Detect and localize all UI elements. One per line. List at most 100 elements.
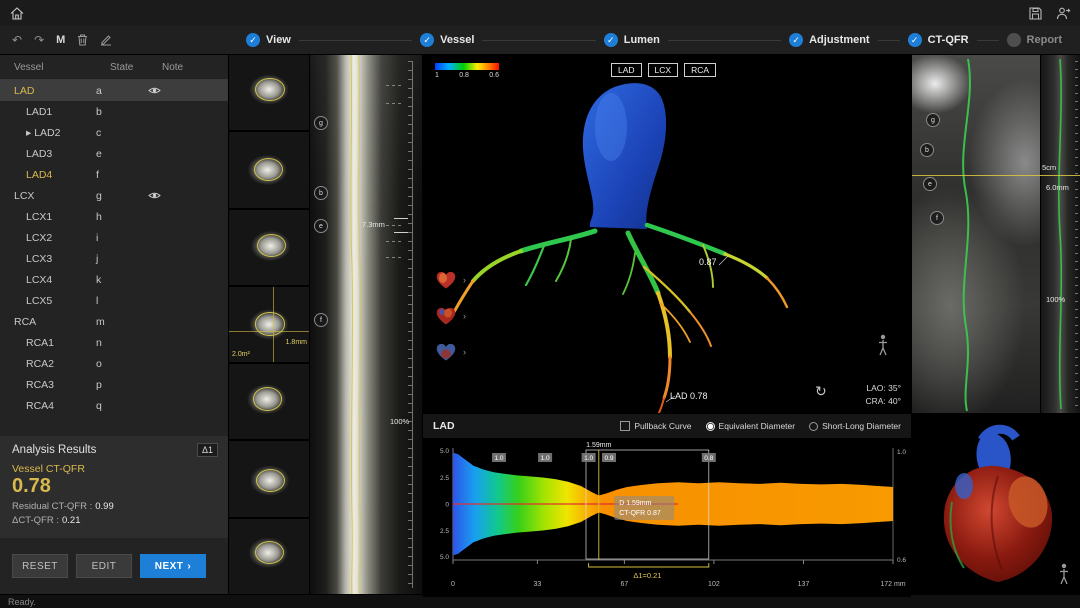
vessel-state: c [96, 127, 148, 139]
vessel-table-header: Vessel State Note [0, 55, 228, 80]
lumen-contour [256, 469, 285, 492]
marker-b[interactable]: b [920, 143, 934, 157]
lad-toggle-button[interactable]: LAD [611, 63, 642, 77]
svg-text:137: 137 [798, 581, 810, 588]
vessel-ctqfr-value: 0.78 [12, 475, 216, 498]
tab-lumen[interactable]: ✓Lumen [604, 33, 660, 47]
cross-section-thumbnail[interactable] [229, 210, 309, 285]
marker-g[interactable]: g [314, 116, 328, 130]
vessel-row[interactable]: LCX4k [0, 269, 228, 290]
vessel-name: LAD4 [0, 169, 96, 181]
vessel-row[interactable]: RCA3p [0, 374, 228, 395]
crosshair-horizontal [229, 331, 309, 332]
ct-qfr-application-window: ↶ ↷ M ✓View✓Vessel✓Lumen✓Adjustment✓CT-Q… [0, 0, 1080, 608]
vessel-row[interactable]: LADa [0, 80, 228, 101]
vessel-row[interactable]: ▸ LAD2c [0, 122, 228, 143]
zoom-level: 100% [390, 417, 409, 426]
vessel-row[interactable]: LAD3e [0, 143, 228, 164]
diameter-label: 1.8mm [286, 339, 307, 346]
eye-icon[interactable] [148, 191, 161, 200]
marker-e[interactable]: e [923, 177, 937, 191]
cross-section-thumbnail[interactable] [229, 519, 309, 594]
rotate-view-icon[interactable]: ↻ [815, 383, 827, 400]
tab-report[interactable]: Report [1007, 33, 1062, 47]
redo-icon[interactable]: ↷ [34, 34, 44, 46]
tab-label: CT-QFR [928, 34, 969, 46]
lao-angle: LAO: 35° [866, 383, 901, 393]
diameter-profile-chart[interactable]: 1.59mm1.01.01.00.90.8D 1.59mmCT-QFR 0.87… [423, 438, 911, 597]
svg-text:0: 0 [451, 581, 455, 588]
heart-icon [433, 269, 459, 291]
tab-vessel[interactable]: ✓Vessel [420, 33, 474, 47]
pullback-chart-panel: LAD Pullback Curve Equivalent Diameter S… [423, 414, 911, 597]
curved-mpr-viewport[interactable]: g b e f 5cm 6.0mm 100% [912, 55, 1080, 413]
vessel-row[interactable]: RCA1n [0, 332, 228, 353]
lumen-contour [253, 387, 282, 410]
heart-icon [433, 305, 459, 327]
chart-header: LAD Pullback Curve Equivalent Diameter S… [423, 414, 911, 438]
vessel-row[interactable]: LCX1h [0, 206, 228, 227]
short-long-diameter-radio[interactable]: Short-Long Diameter [809, 421, 901, 431]
marker-f[interactable]: f [930, 211, 944, 225]
vessel-row[interactable]: LCX2i [0, 227, 228, 248]
marker-e[interactable]: e [314, 219, 328, 233]
pullback-curve-checkbox[interactable]: Pullback Curve [620, 421, 691, 431]
header-vessel: Vessel [0, 62, 110, 73]
marker-b[interactable]: b [314, 186, 328, 200]
svg-text:1.0: 1.0 [494, 455, 503, 462]
vessel-row[interactable]: LAD1b [0, 101, 228, 122]
cpr-centerline-overlay [912, 55, 1040, 413]
lcx-toggle-button[interactable]: LCX [648, 63, 679, 77]
mld-annotation: 1.59mm [586, 442, 611, 449]
eye-icon[interactable] [148, 86, 161, 95]
measure-tool-button[interactable]: M [56, 34, 65, 46]
vessel-state: q [96, 400, 148, 412]
vessel-row[interactable]: LAD4f [0, 164, 228, 185]
cross-section-column: 2.0m² 1.8mm [229, 55, 309, 594]
vessel-row[interactable]: RCA2o [0, 353, 228, 374]
area-label: 2.0m² [232, 351, 250, 358]
edit-button[interactable]: EDIT [76, 554, 132, 578]
delta-badge[interactable]: Δ1 [197, 443, 218, 457]
heart-orientation-thumbnail-1[interactable]: › [433, 269, 466, 291]
vessel-row[interactable]: LCX3j [0, 248, 228, 269]
vessel-row[interactable]: LCXg [0, 185, 228, 206]
analysis-title: Analysis Results [12, 444, 216, 456]
heart-orientation-thumbnail-2[interactable]: › [433, 305, 466, 327]
undo-icon[interactable]: ↶ [12, 34, 22, 46]
colorbar-label-1: 1 [435, 72, 439, 79]
volume-rendering-viewport[interactable]: 1 0.8 0.6 LAD LCX RCA [423, 55, 911, 413]
equivalent-diameter-radio[interactable]: Equivalent Diameter [706, 421, 796, 431]
home-icon[interactable] [10, 7, 24, 20]
next-button[interactable]: NEXT› [140, 554, 206, 578]
reset-button[interactable]: RESET [12, 554, 68, 578]
crosshair-line[interactable] [912, 175, 1080, 176]
chevron-right-icon: › [463, 275, 466, 285]
cross-section-thumbnail[interactable]: 2.0m² 1.8mm [229, 287, 309, 362]
vessel-row[interactable]: LCX5l [0, 290, 228, 311]
cross-section-thumbnail[interactable] [229, 132, 309, 207]
tab-view[interactable]: ✓View [246, 33, 291, 47]
marker-g[interactable]: g [926, 113, 940, 127]
cross-section-thumbnail[interactable] [229, 364, 309, 439]
crosshair-vertical [273, 287, 274, 362]
rca-toggle-button[interactable]: RCA [684, 63, 716, 77]
heart-rendering-viewport[interactable] [912, 414, 1080, 594]
heart-orientation-thumbnail-3[interactable]: › [433, 341, 466, 363]
user-export-icon[interactable] [1056, 7, 1070, 20]
vessel-row[interactable]: RCAm [0, 311, 228, 332]
delete-icon[interactable] [77, 34, 88, 46]
tab-adjustment[interactable]: ✓Adjustment [789, 33, 870, 47]
check-icon: ✓ [604, 33, 618, 47]
vessel-name: RCA4 [0, 400, 96, 412]
vessel-row[interactable]: RCA4q [0, 395, 228, 416]
marker-f[interactable]: f [314, 313, 328, 327]
save-icon[interactable] [1029, 7, 1042, 20]
cross-section-thumbnail[interactable] [229, 441, 309, 516]
straightened-vessel-panel[interactable]: g b e f 7.3mm 100% [310, 55, 422, 594]
cross-section-thumbnail[interactable] [229, 55, 309, 130]
chevron-right-icon: › [463, 311, 466, 321]
chart-controls: Pullback Curve Equivalent Diameter Short… [620, 421, 901, 431]
edit-note-icon[interactable] [100, 34, 112, 46]
tab-ct-qfr[interactable]: ✓CT-QFR [908, 33, 969, 47]
